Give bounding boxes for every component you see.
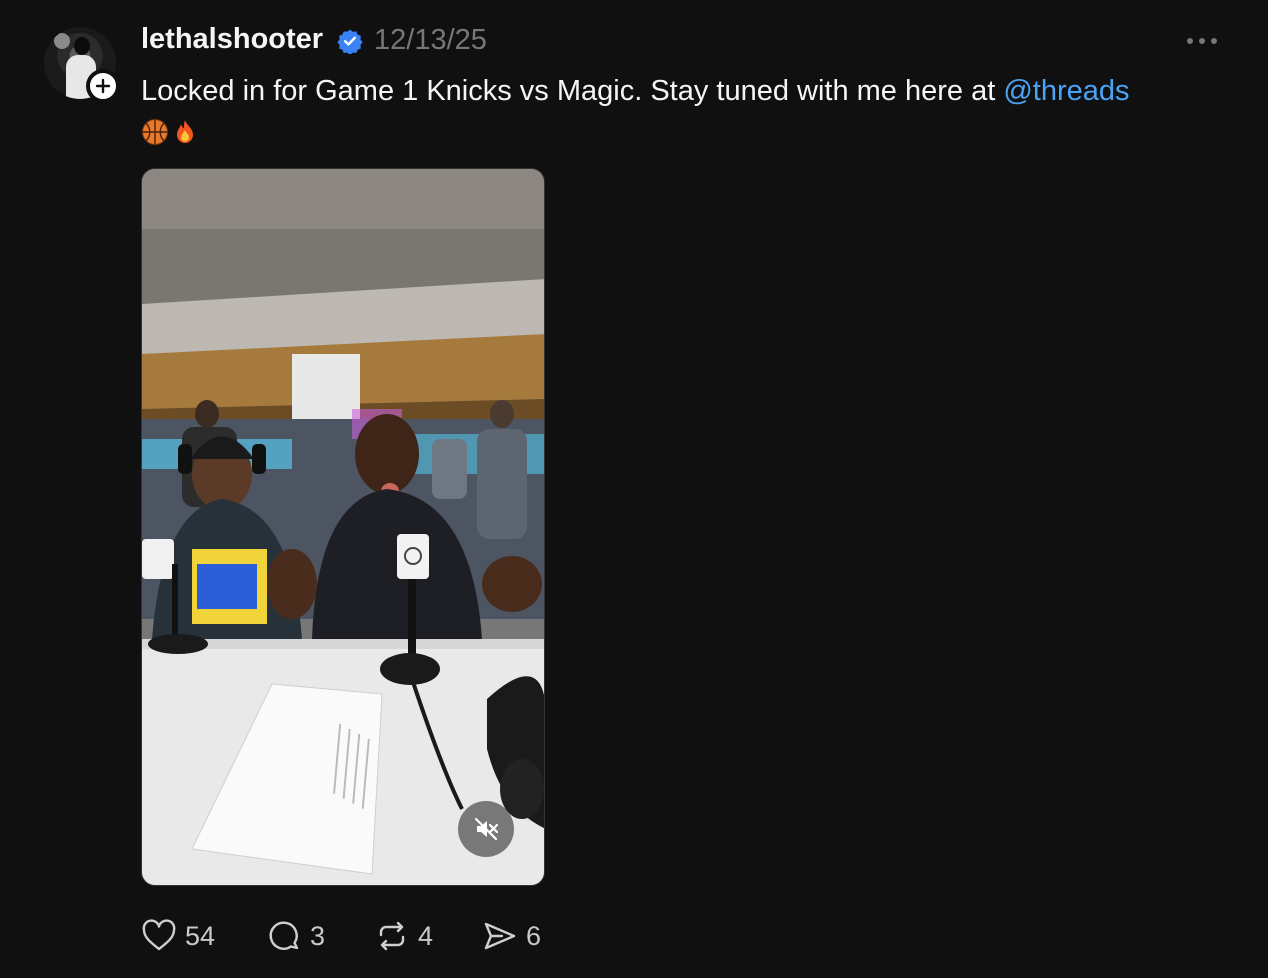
basketball-emoji — [142, 119, 168, 145]
heart-icon — [142, 919, 176, 951]
repost-button[interactable]: 4 — [374, 916, 433, 956]
author-username[interactable]: lethalshooter — [141, 23, 323, 56]
share-button[interactable]: 6 — [482, 916, 541, 956]
plus-icon — [95, 78, 111, 94]
follow-button[interactable] — [86, 69, 120, 103]
post-timestamp[interactable]: 12/13/25 — [374, 24, 487, 57]
share-count: 6 — [526, 920, 542, 951]
send-icon — [484, 922, 516, 950]
mute-toggle-button[interactable] — [458, 801, 514, 857]
reply-button[interactable]: 3 — [266, 916, 325, 956]
author-avatar[interactable] — [44, 27, 120, 103]
like-button[interactable]: 54 — [141, 916, 215, 956]
reply-count: 3 — [310, 920, 326, 951]
mention-link[interactable]: @threads — [1003, 75, 1129, 107]
more-dots-icon — [1187, 38, 1193, 44]
repost-count: 4 — [418, 920, 434, 951]
repost-icon — [379, 921, 405, 951]
post-video[interactable] — [141, 168, 545, 886]
comment-icon — [269, 921, 299, 950]
speaker-muted-icon — [474, 817, 499, 841]
like-count: 54 — [185, 920, 216, 951]
video-frame — [142, 169, 544, 885]
more-options-button[interactable] — [1187, 36, 1225, 46]
verified-badge-icon — [337, 29, 363, 54]
post-text: Locked in for Game 1 Knicks vs Magic. St… — [141, 75, 1004, 107]
post-body: Locked in for Game 1 Knicks vs Magic. St… — [141, 70, 1221, 154]
fire-emoji — [177, 120, 193, 143]
